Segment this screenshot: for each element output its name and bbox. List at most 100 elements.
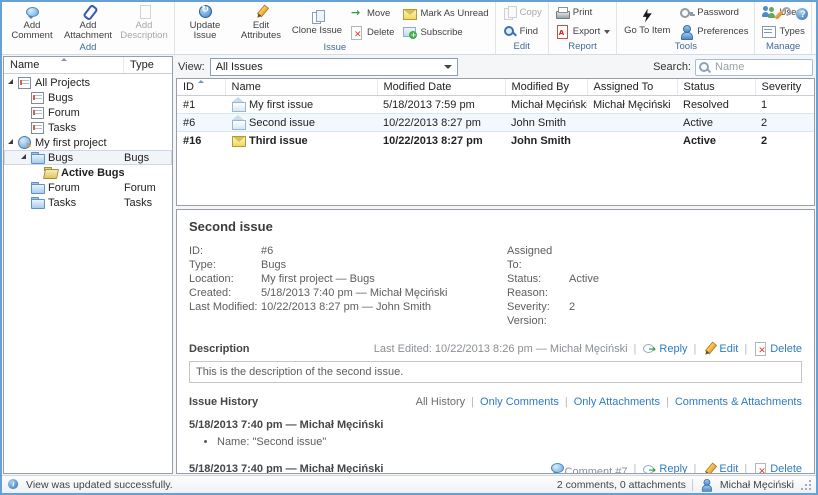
- button-label: Clone Issue: [291, 26, 343, 36]
- issue-details-panel: Second issue ID:#6Type:BugsLocation:My f…: [176, 209, 815, 474]
- issue-name: Third issue: [249, 135, 308, 147]
- move-button[interactable]: Move: [346, 5, 397, 22]
- add-attachment-button[interactable]: Add Attachment: [60, 3, 116, 42]
- field-row: Status:Active: [507, 272, 599, 286]
- separator: [692, 343, 699, 355]
- field-value: Active: [569, 272, 599, 286]
- separator: [742, 343, 749, 355]
- tree-row-name: Active Bugs (1): [4, 165, 124, 180]
- button-label: Add Comment: [6, 21, 58, 41]
- update-issue-button[interactable]: Update Issue: [177, 3, 233, 42]
- issue-assigned-to: Michał Męciński: [587, 96, 677, 114]
- description-header: Description Last Edited: 10/22/2013 8:26…: [189, 341, 802, 356]
- button-label: Add Description: [118, 21, 170, 41]
- types-button[interactable]: Types: [758, 23, 807, 40]
- issue-row[interactable]: #16Third issue10/22/2013 8:27 pmJohn Smi…: [177, 132, 815, 150]
- user-icon: [700, 478, 713, 491]
- right-column: View: All Issues Search:: [176, 56, 815, 474]
- expanded-triangle-icon[interactable]: [8, 139, 13, 144]
- go-to-item-button[interactable]: Go To Item: [619, 8, 675, 37]
- list-column-modified-date[interactable]: Modified Date: [377, 79, 505, 96]
- delete-link[interactable]: Delete: [753, 462, 802, 475]
- list-column-severity[interactable]: Severity: [755, 79, 815, 96]
- view-select[interactable]: All Issues: [210, 58, 458, 76]
- attachment-comment-counts: 2 comments, 0 attachments: [557, 479, 686, 491]
- print-button[interactable]: Print: [552, 4, 613, 21]
- issue-status: Resolved: [677, 96, 755, 114]
- search-input[interactable]: [695, 59, 813, 76]
- button-label: Export: [573, 26, 600, 37]
- tree-row-name: All Projects: [4, 75, 124, 90]
- edit-attributes-button[interactable]: Edit Attributes: [233, 3, 289, 42]
- list-column-modified-by[interactable]: Modified By: [505, 79, 587, 96]
- toolbar-group-label: Add: [4, 42, 172, 54]
- tree-row[interactable]: Bugs: [4, 90, 172, 105]
- list-column-name[interactable]: Name: [225, 79, 377, 96]
- reply-link[interactable]: Reply: [642, 341, 687, 356]
- edit-link[interactable]: Edit: [702, 341, 738, 356]
- tree-row[interactable]: Forum: [4, 105, 172, 120]
- tree-column-type[interactable]: Type: [124, 57, 172, 73]
- views-root-icon: [17, 75, 32, 90]
- folder-icon: [30, 195, 45, 210]
- reply-icon: [642, 341, 657, 356]
- button-label: Mark As Unread: [420, 8, 488, 19]
- toolbar: Add CommentAdd AttachmentAdd Description…: [2, 2, 816, 55]
- add-comment-button[interactable]: Add Comment: [4, 3, 60, 42]
- link-label: Reply: [659, 343, 687, 355]
- reply-link[interactable]: Reply: [642, 462, 687, 475]
- link-label: Delete: [770, 463, 802, 474]
- tree-row[interactable]: My first project: [4, 135, 172, 150]
- mark-as-unread-button[interactable]: Mark As Unread: [399, 5, 491, 22]
- filter-only-attachments[interactable]: Only Attachments: [574, 396, 660, 408]
- filter-only-comments[interactable]: Only Comments: [480, 396, 559, 408]
- filter-comments-attachments[interactable]: Comments & Attachments: [675, 396, 802, 408]
- issue-row[interactable]: #1My first issue5/18/2013 7:59 pmMichał …: [177, 96, 815, 114]
- copy-button[interactable]: Copy: [499, 4, 545, 21]
- comment-id-label: Comment #7: [565, 466, 628, 474]
- tree-row[interactable]: BugsBugs: [4, 150, 172, 165]
- add-description-button[interactable]: Add Description: [116, 3, 172, 42]
- list-column-assigned-to[interactable]: Assigned To: [587, 79, 677, 96]
- tree-row[interactable]: Tasks: [4, 120, 172, 135]
- tree-row-type: Forum: [124, 182, 170, 194]
- preferences-button[interactable]: Preferences: [676, 23, 751, 40]
- issue-row[interactable]: #6Second issue10/22/2013 8:27 pmJohn Smi…: [177, 114, 815, 132]
- find-button[interactable]: Find: [499, 23, 545, 40]
- password-button[interactable]: Password: [676, 4, 751, 21]
- field-value: My first project — Bugs: [261, 272, 375, 286]
- wrench-icon[interactable]: [774, 7, 789, 22]
- separator: [742, 463, 749, 474]
- tree-row[interactable]: TasksTasks: [4, 195, 172, 210]
- description-title: Description: [189, 343, 250, 355]
- history-entry-header: 5/18/2013 7:40 pm — Michał MęcińskiComme…: [189, 460, 802, 474]
- expanded-triangle-icon[interactable]: [8, 79, 13, 84]
- tree-row[interactable]: All Projects: [4, 75, 172, 90]
- list-column-status[interactable]: Status: [677, 79, 755, 96]
- separator: [632, 343, 639, 355]
- field-label: ID:: [189, 244, 261, 258]
- edit-link[interactable]: Edit: [702, 462, 738, 475]
- list-column-id[interactable]: ID: [177, 79, 225, 96]
- list-column-label: ID: [183, 81, 194, 93]
- preferences-icon: [679, 24, 694, 39]
- expanded-triangle-icon[interactable]: [21, 154, 26, 159]
- delete-link[interactable]: Delete: [753, 341, 802, 356]
- toolbar-group-label: Tools: [619, 41, 752, 54]
- tree-row-name: Tasks: [4, 195, 124, 210]
- help-icon[interactable]: [795, 7, 810, 22]
- filter-all-history: All History: [416, 396, 466, 408]
- link-label: Edit: [719, 343, 738, 355]
- tree-column-name[interactable]: Name: [4, 57, 124, 73]
- subscribe-button[interactable]: Subscribe: [399, 24, 491, 41]
- export-button[interactable]: Export: [552, 23, 613, 40]
- history-header: Issue History All HistoryOnly CommentsOn…: [189, 396, 802, 408]
- resize-grip[interactable]: [800, 479, 812, 491]
- issue-id: #1: [177, 96, 225, 114]
- tree-row[interactable]: ForumForum: [4, 180, 172, 195]
- tree-row[interactable]: Active Bugs (1): [4, 165, 172, 180]
- mark-unread-icon: [402, 6, 417, 21]
- clone-issue-button[interactable]: Clone Issue: [289, 8, 345, 37]
- field-row: Severity:2: [507, 300, 599, 314]
- delete-button[interactable]: Delete: [346, 24, 397, 41]
